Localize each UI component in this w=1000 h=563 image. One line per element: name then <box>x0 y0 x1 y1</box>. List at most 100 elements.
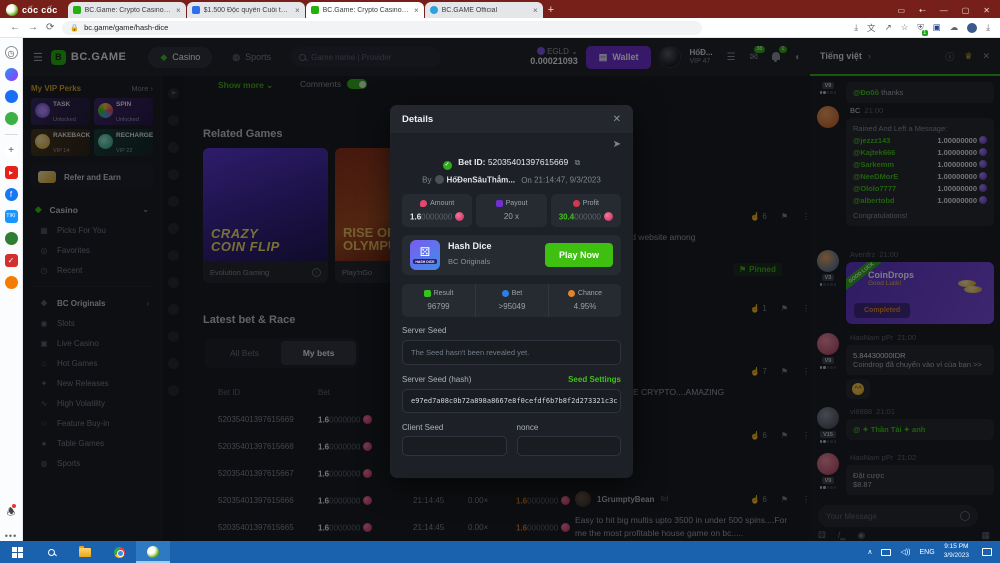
bookmark-star-icon[interactable]: ☆ <box>901 22 909 33</box>
avatar[interactable] <box>817 407 839 429</box>
more-icon[interactable]: ⋮ <box>802 367 810 376</box>
more-icon[interactable]: ⋮ <box>802 304 810 313</box>
avatar[interactable] <box>817 106 839 128</box>
coin-rain-icon[interactable]: ◉ <box>857 530 865 541</box>
rail-icon[interactable] <box>168 223 179 234</box>
rail-icon[interactable] <box>168 250 179 261</box>
modal-close-icon[interactable]: ✕ <box>613 114 621 125</box>
sync-icon[interactable]: ☁ <box>950 22 959 33</box>
sidebar-item-favorites[interactable]: ◎Favorites <box>31 240 153 260</box>
browser-tab-4[interactable]: BC.GAME Official × <box>425 2 543 18</box>
sidebar-item-live-casino[interactable]: ▣Live Casino <box>31 333 153 353</box>
game-search-input[interactable]: Game name | Provider <box>291 47 441 67</box>
profile-avatar[interactable] <box>967 23 977 33</box>
volume-icon[interactable]: ◁)) <box>900 548 910 556</box>
chat-room-selector[interactable]: Tiếng việt <box>820 51 862 61</box>
user-info[interactable]: HốĐ... VIP 47 <box>689 48 712 67</box>
tab-my-bets[interactable]: My bets <box>281 341 357 365</box>
bell-icon[interactable]: 1 <box>772 52 780 63</box>
add-shortcut-icon[interactable]: + <box>5 144 18 157</box>
sidebar-item-recent[interactable]: ◷Recent <box>31 260 153 280</box>
nav-sports[interactable]: ◍ Sports <box>220 47 283 68</box>
extension-icon[interactable]: ▣ <box>933 22 941 33</box>
flag-icon[interactable]: ⚑ <box>781 367 788 376</box>
gif-keyboard-icon[interactable]: ▦ <box>981 530 990 541</box>
server-seed-hash-box[interactable]: e97ed7a08c0b72a898a8667e8f0cefdf6b7b8f2d… <box>402 389 621 413</box>
more-icon[interactable]: ⋮ <box>802 431 810 440</box>
tab-close-icon[interactable]: × <box>176 6 181 15</box>
like-button[interactable]: ☝ 6 <box>750 212 767 221</box>
nonce-box[interactable] <box>517 436 622 456</box>
sidebar-item-bc-originals[interactable]: ❖BC Originals› <box>31 293 153 313</box>
chrome-icon[interactable] <box>102 541 136 563</box>
chat-info-icon[interactable]: ⓘ <box>945 50 954 63</box>
share-icon[interactable]: ↗ <box>885 22 892 33</box>
translate-icon[interactable]: 文 <box>867 22 876 34</box>
back-button[interactable]: ← <box>10 22 20 33</box>
youtube-icon[interactable]: ▸ <box>5 166 18 179</box>
flag-icon[interactable]: ⚑ <box>781 304 788 313</box>
rail-icon[interactable] <box>168 277 179 288</box>
tiki-icon[interactable]: TIKI <box>5 210 18 223</box>
flag-icon[interactable]: ⚑ <box>781 212 788 221</box>
flag-icon[interactable]: ⚑ <box>781 495 788 504</box>
avatar[interactable] <box>817 333 839 355</box>
share-icon[interactable]: ➤ <box>613 139 621 150</box>
hamburger-menu-icon[interactable]: ☰ <box>33 51 43 64</box>
client-seed-box[interactable] <box>402 436 507 456</box>
restore-tabs-icon[interactable]: ⇠ <box>919 6 926 15</box>
sidebar-item-new-releases[interactable]: ✦New Releases <box>31 373 153 393</box>
coindrop-card[interactable]: GOOD LUCK CoinDrops Good Luck! Completed <box>846 262 994 324</box>
refer-and-earn[interactable]: Refer and Earn <box>31 165 153 189</box>
pin-icon[interactable]: ➤ <box>168 88 179 99</box>
notification-bell-icon[interactable]: 🕭 <box>7 505 16 522</box>
tray-expand-icon[interactable]: ∧ <box>867 548 872 556</box>
perk-recharge[interactable]: RECHARGEVIP 22 <box>94 129 153 156</box>
perk-task[interactable]: TASKUnlocked <box>31 98 90 125</box>
sidebar-item-high-volatility[interactable]: ∿High Volatility <box>31 393 153 413</box>
tab-search-icon[interactable]: ▭ <box>897 6 905 15</box>
new-tab-button[interactable]: + <box>548 4 554 16</box>
rank-list-icon[interactable]: ☰ <box>727 52 736 63</box>
author-name[interactable]: HốĐenSâuThẳm... <box>447 176 515 185</box>
file-explorer-icon[interactable] <box>68 541 102 563</box>
tab-close-icon[interactable]: × <box>533 6 538 15</box>
play-now-button[interactable]: Play Now <box>545 243 613 267</box>
mail-icon[interactable]: ✉38 <box>750 52 758 63</box>
sports-site-icon[interactable] <box>5 232 18 245</box>
trophy-icon[interactable]: ♛ <box>964 51 972 62</box>
browser-tab-1[interactable]: BC.Game: Crypto Casino Gan × <box>68 2 186 18</box>
show-more-link[interactable]: Show more ⌄ <box>218 80 273 91</box>
perk-rakeback[interactable]: RAKEBACKVIP 14 <box>31 129 90 156</box>
chevron-down-icon[interactable]: ⌄ <box>571 47 578 56</box>
downloads-icon[interactable]: ⤓ <box>986 22 990 33</box>
sidebar-item-hot-games[interactable]: ♨Hot Games <box>31 353 153 373</box>
dice-icon[interactable]: ⚄ <box>818 530 826 541</box>
coccoc-taskbar-icon[interactable] <box>136 541 170 563</box>
language-indicator[interactable]: ENG <box>920 549 935 556</box>
shopping-icon[interactable] <box>5 276 18 289</box>
user-avatar[interactable] <box>659 46 681 68</box>
url-box[interactable]: 🔒 bc.game/game/hash-dice <box>62 21 702 35</box>
messenger-icon[interactable] <box>5 68 18 81</box>
chat-app-icon[interactable] <box>5 90 18 103</box>
tab-close-icon[interactable]: × <box>414 6 419 15</box>
close-button[interactable]: ✕ <box>983 6 990 15</box>
sidebar-item-sports[interactable]: ◍Sports <box>31 453 153 473</box>
rail-icon[interactable] <box>168 196 179 207</box>
avatar[interactable] <box>817 453 839 475</box>
info-icon[interactable]: i <box>312 268 321 277</box>
rail-icon[interactable] <box>168 115 179 126</box>
forward-button[interactable]: → <box>28 22 38 33</box>
rail-icon[interactable] <box>168 358 179 369</box>
like-button[interactable]: ☝ 6 <box>750 495 767 504</box>
reload-button[interactable]: ⟳ <box>46 22 54 33</box>
action-center-icon[interactable] <box>982 548 992 556</box>
more-icon[interactable]: ⋮ <box>802 495 810 504</box>
vip-perks-more[interactable]: More › <box>131 84 153 93</box>
rail-icon[interactable] <box>168 169 179 180</box>
start-button[interactable] <box>0 541 34 563</box>
rail-icon[interactable] <box>168 331 179 342</box>
more-icon[interactable]: ⋮ <box>802 212 810 221</box>
browser-tab-3-active[interactable]: BC.Game: Crypto Casino Gan × <box>306 2 424 18</box>
